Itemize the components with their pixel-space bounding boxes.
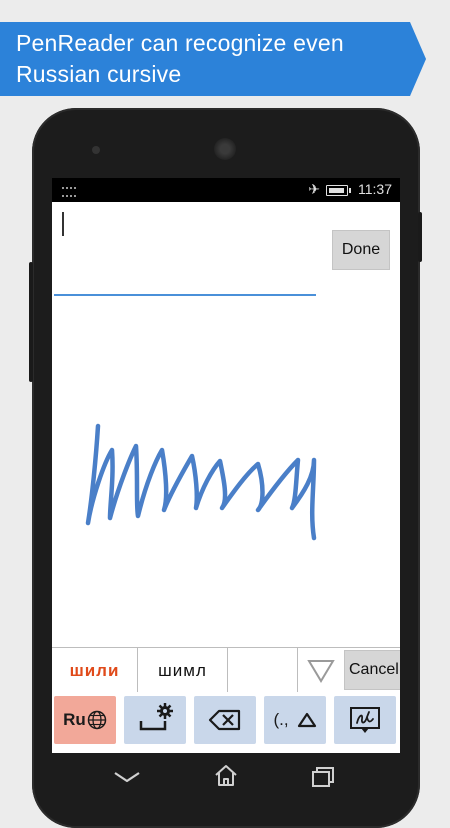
handwriting-pad-icon [350, 707, 380, 733]
suggestion-item[interactable]: шили [52, 648, 138, 693]
punctuation-label: (., [273, 710, 289, 729]
language-button[interactable]: Ru [54, 696, 116, 744]
backspace-icon [208, 709, 241, 731]
handwriting-mode-button[interactable] [334, 696, 396, 744]
back-icon[interactable] [112, 765, 142, 787]
power-button [418, 212, 422, 262]
backspace-button[interactable] [194, 696, 256, 744]
promo-banner: PenReader can recognize even Russian cur… [0, 22, 426, 96]
shift-triangle-icon [297, 712, 316, 728]
dropdown-triangle-icon[interactable] [306, 658, 336, 684]
volume-button [29, 262, 33, 382]
space-settings-icon [139, 703, 173, 731]
front-camera [92, 146, 100, 154]
settings-button[interactable] [124, 696, 186, 744]
navigation-bar [52, 753, 400, 800]
cancel-button[interactable]: Cancel [344, 650, 400, 690]
handwriting-ink [85, 423, 317, 541]
globe-icon [87, 710, 107, 730]
suggestion-bar: шили шимл Cancel [52, 647, 400, 693]
earpiece-speaker [214, 138, 236, 160]
suggestion-item[interactable]: шимл [138, 648, 228, 693]
language-label: Ru [63, 710, 86, 729]
banner-text: PenReader can recognize even Russian cur… [16, 30, 344, 87]
input-toolbar: Ru (., [52, 692, 400, 753]
handwriting-canvas[interactable] [52, 178, 400, 647]
recent-apps-icon[interactable] [310, 765, 336, 789]
home-icon[interactable] [213, 763, 239, 789]
phone-screen: ✈ 11:37 Done шили шимл Cancel Ru (., [52, 178, 400, 753]
suggestion-item[interactable] [228, 648, 298, 693]
punctuation-button[interactable]: (., [264, 696, 326, 744]
